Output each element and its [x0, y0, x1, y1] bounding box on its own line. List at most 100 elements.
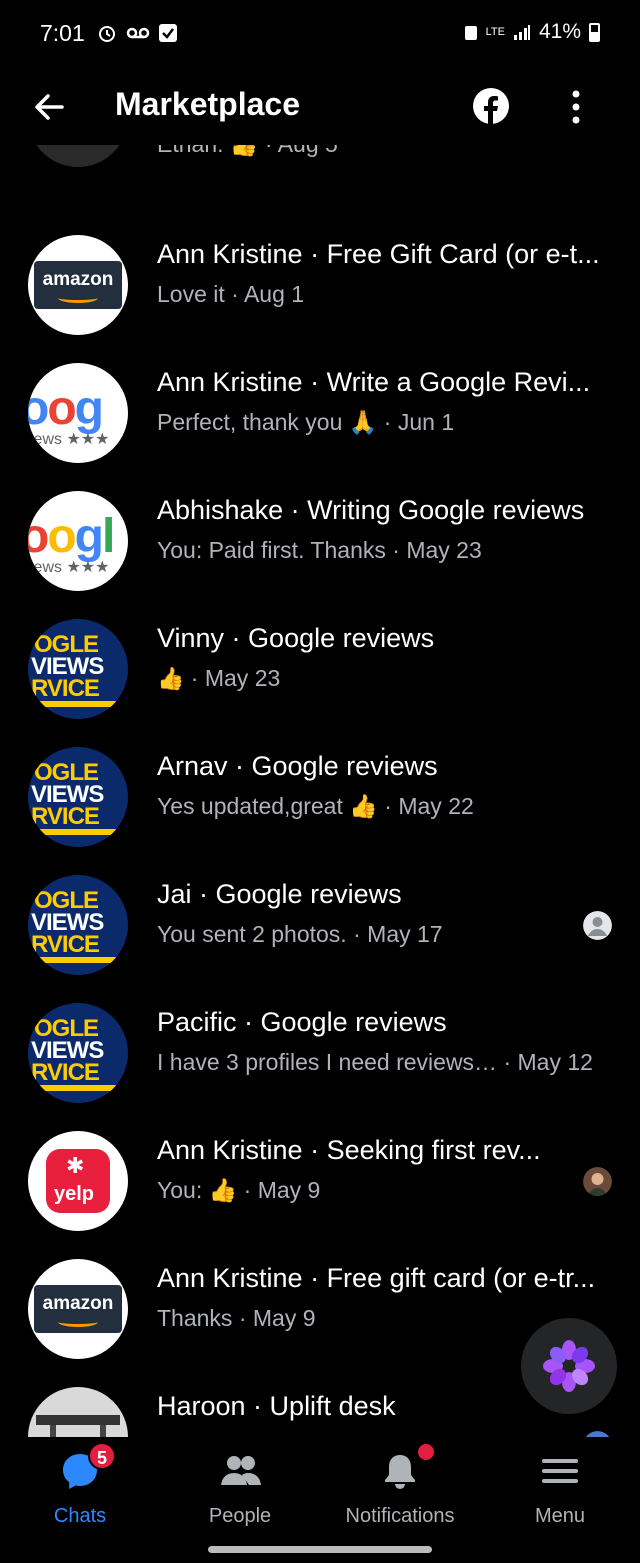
chat-title: Ann Kristine · Seeking first rev...	[157, 1135, 541, 1165]
chat-row[interactable]: OGLE VIEWS RVICE Vinny · Google reviews …	[0, 605, 640, 733]
chat-row[interactable]: oog iews ★★★ Ann Kristine · Write a Goog…	[0, 349, 640, 477]
google-logo: oog	[28, 382, 104, 435]
chat-title: Abhishake · Writing Google reviews	[157, 495, 585, 525]
chat-row[interactable]: amazon Ann Kristine · Free Gift Card (or…	[0, 221, 640, 349]
chat-date: May 23	[406, 537, 482, 563]
chat-avatar: amazon	[28, 1259, 128, 1359]
chat-title: Ann Kristine · Free gift card (or e-tr..…	[157, 1263, 596, 1293]
chat-preview-text: You: Paid first. Thanks	[157, 537, 386, 563]
chat-list: Ethan: 👍 · Aug 5 amazon Ann Kristine · F…	[0, 145, 640, 1437]
avatar-text: RVICE	[31, 803, 100, 830]
status-left-icons	[96, 22, 178, 44]
chat-row[interactable]: OGLE VIEWS RVICE Arnav · Google reviews …	[0, 733, 640, 861]
battery-percent: 41%	[538, 20, 581, 43]
chat-preview-text: Love it	[157, 281, 225, 307]
nav-tab-menu[interactable]: Menu	[480, 1437, 640, 1537]
signal-icon	[513, 25, 530, 40]
avatar-text: RVICE	[31, 675, 100, 702]
amazon-logo: amazon	[42, 1293, 114, 1314]
chats-badge: 5	[88, 1442, 116, 1470]
meta-ai-button[interactable]	[521, 1318, 617, 1414]
yelp-text: yelp	[54, 1183, 95, 1205]
chat-avatar: ✱ yelp	[28, 1131, 128, 1231]
status-time: 7:01	[40, 20, 85, 46]
chat-preview-text: Thanks	[157, 1305, 233, 1331]
avatar-text: RVICE	[31, 931, 100, 958]
chat-date: Jun 1	[397, 409, 455, 435]
chat-preview: You sent 2 photos. · May 17	[157, 921, 443, 947]
notification-dot	[418, 1444, 434, 1460]
google-reviews-text: iews ★★★	[30, 431, 110, 448]
voicemail-icon	[126, 27, 150, 39]
avatar-text: RVICE	[31, 1059, 100, 1086]
facebook-icon[interactable]	[472, 87, 510, 125]
chat-avatar: OGLE VIEWS RVICE	[28, 747, 128, 847]
page-title: Marketplace	[115, 86, 300, 122]
more-options-icon[interactable]	[562, 86, 590, 128]
chat-preview-text: Ethan: 👍	[157, 145, 259, 157]
chat-date: May 22	[398, 793, 474, 819]
back-arrow-icon[interactable]	[28, 86, 70, 128]
app-header: Marketplace	[0, 70, 640, 145]
chat-title: Jai · Google reviews	[157, 879, 402, 909]
chat-row[interactable]: Ethan: 👍 · Aug 5	[0, 145, 640, 181]
yelp-burst-icon: ✱	[66, 1153, 85, 1178]
chat-row[interactable]: ✱ yelp Ann Kristine · Seeking first rev.…	[0, 1117, 640, 1245]
chat-avatar: OGLE VIEWS RVICE	[28, 1003, 128, 1103]
chat-preview-text: Perfect, thank you 🙏	[157, 409, 378, 435]
chat-avatar: amazon	[28, 235, 128, 335]
status-right: LTE 41%	[464, 20, 600, 44]
chat-preview: You: Paid first. Thanks · May 23	[157, 537, 482, 563]
chat-preview: Ethan: 👍 · Aug 5	[157, 145, 617, 158]
people-icon	[221, 1456, 261, 1485]
chat-title: Ann Kristine · Free Gift Card (or e-t...	[157, 239, 600, 269]
chat-preview-text: Yes updated,great 👍	[157, 793, 378, 819]
seen-avatar-icon	[583, 1167, 612, 1196]
thumbs-up-icon: 👍	[157, 666, 185, 691]
chat-date: May 9	[252, 1305, 316, 1331]
nav-label-chats: Chats	[53, 1505, 107, 1527]
home-indicator[interactable]	[208, 1546, 432, 1553]
chat-avatar: OGLE VIEWS RVICE	[28, 619, 128, 719]
seen-avatar-icon	[583, 911, 612, 940]
chat-avatar: OGLE VIEWS RVICE	[28, 875, 128, 975]
nav-tab-people[interactable]: People	[160, 1437, 320, 1537]
nav-tab-notifications[interactable]: Notifications	[320, 1437, 480, 1537]
battery-icon	[589, 22, 600, 42]
chat-row[interactable]: OGLE VIEWS RVICE Jai · Google reviews Yo…	[0, 861, 640, 989]
chat-title: Arnav · Google reviews	[157, 751, 438, 781]
chat-date: Aug 1	[243, 281, 305, 307]
chat-row[interactable]: OGLE VIEWS RVICE Pacific · Google review…	[0, 989, 640, 1117]
chat-avatar	[28, 1387, 128, 1437]
chat-date: May 9	[257, 1177, 321, 1203]
amazon-logo: amazon	[42, 269, 114, 290]
chat-preview: I have 3 profiles I need reviews… · May …	[157, 1049, 593, 1075]
lock-icon	[464, 26, 477, 40]
status-bar: 7:01 LTE 41%	[0, 0, 640, 70]
chat-date: May 12	[517, 1049, 593, 1075]
meta-ai-flower-icon	[543, 1340, 595, 1392]
chat-date: May 23	[204, 665, 281, 691]
network-label: LTE	[485, 25, 505, 38]
chat-preview-text: You: 👍	[157, 1177, 238, 1203]
chat-preview: Yes updated,great 👍 · May 22	[157, 793, 474, 819]
nav-label-notifications: Notifications	[345, 1505, 455, 1527]
hamburger-menu-icon	[542, 1459, 578, 1483]
chat-avatar	[28, 145, 128, 167]
chat-preview-text: You sent 2 photos.	[157, 921, 347, 947]
google-logo: oogl	[28, 510, 115, 563]
google-reviews-text: iews ★★★	[30, 559, 110, 576]
alarm-icon	[99, 26, 115, 42]
nav-tab-chats[interactable]: 5 Chats	[0, 1437, 160, 1537]
chat-preview: Love it · Aug 1	[157, 281, 305, 307]
chat-title: Vinny · Google reviews	[157, 623, 435, 653]
nav-label-people: People	[208, 1505, 272, 1527]
bottom-nav: 5 Chats People Notifications Menu	[0, 1437, 640, 1563]
chat-title: Ann Kristine · Write a Google Revi...	[157, 367, 591, 397]
chat-preview: You: 👍 · May 9	[157, 1177, 321, 1203]
chat-avatar: oogl iews ★★★	[28, 491, 128, 591]
chat-avatar: oog iews ★★★	[28, 363, 128, 463]
chat-title: Pacific · Google reviews	[157, 1007, 447, 1037]
chat-date: Aug 5	[278, 145, 338, 157]
chat-row[interactable]: oogl iews ★★★ Abhishake · Writing Google…	[0, 477, 640, 605]
